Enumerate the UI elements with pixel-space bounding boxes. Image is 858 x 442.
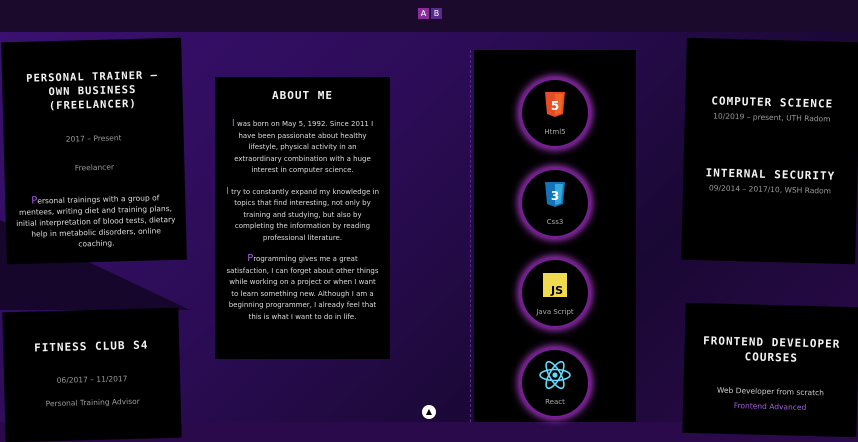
education-detail: 10/2019 – present, UTH Radom	[713, 111, 831, 124]
scroll-up-button[interactable]: ▲	[422, 405, 436, 419]
experience-description: Personal trainings with a group of mente…	[16, 193, 176, 249]
language-switcher: A B	[418, 8, 442, 19]
experience-description-text: ersonal trainings with a group of mentee…	[16, 193, 176, 249]
language-button-b[interactable]: B	[431, 8, 442, 19]
skills-column: 5 Html5 3 Css3 JS Java Script React	[474, 50, 636, 422]
svg-text:3: 3	[551, 189, 559, 203]
language-button-a[interactable]: A	[418, 8, 429, 19]
html5-icon: 5	[545, 92, 565, 117]
chevron-up-icon: ▲	[425, 407, 433, 416]
svg-text:JS: JS	[550, 284, 563, 297]
education-title: COMPUTER SCIENCE	[711, 94, 834, 111]
react-icon	[539, 360, 571, 390]
courses-detail: Web Developer from scratch	[716, 385, 825, 398]
javascript-icon: JS	[543, 273, 567, 297]
experience-card-personal-trainer: PERSONAL TRAINER – OWN BUSINESS (FREELAN…	[1, 37, 187, 265]
about-paragraph-1: I was born on May 5, 1992. Since 2011 I …	[231, 118, 374, 174]
experience-title: PERSONAL TRAINER – OWN BUSINESS (FREELAN…	[26, 69, 159, 113]
skill-html5: 5 Html5	[520, 78, 590, 148]
education-card: COMPUTER SCIENCE 10/2019 – present, UTH …	[681, 37, 858, 265]
experience-period: 2017 – Present	[65, 133, 122, 144]
skill-label: React	[545, 398, 565, 406]
courses-card: FRONTEND DEVELOPER COURSES Web Developer…	[682, 302, 858, 438]
about-paragraph-2: I try to constantly expand my knowledge …	[225, 185, 380, 242]
about-paragraph-3: Programming gives me a great satisfactio…	[226, 253, 379, 321]
skill-css3: 3 Css3	[520, 168, 590, 238]
experience-role: Freelancer	[74, 162, 115, 173]
experience-period: 06/2017 – 11/2017	[56, 374, 128, 385]
skill-label: Html5	[544, 128, 566, 136]
education-detail: 09/2014 – 2017/10, WSH Radom	[708, 183, 832, 196]
experience-role: Personal Training Advisor	[45, 396, 140, 409]
courses-title: FRONTEND DEVELOPER COURSES	[702, 334, 841, 365]
about-title: ABOUT ME	[272, 89, 333, 102]
experience-title: FITNESS CLUB S4	[33, 338, 149, 355]
about-me-card: ABOUT ME I was born on May 5, 1992. Sinc…	[215, 77, 390, 359]
skill-label: Java Script	[536, 308, 574, 316]
skill-label: Css3	[546, 218, 564, 226]
skill-react: React	[520, 348, 590, 418]
education-title: INTERNAL SECURITY	[705, 166, 836, 183]
section-divider	[470, 50, 472, 422]
svg-text:5: 5	[551, 99, 559, 113]
courses-more: Frontend Advanced	[733, 401, 807, 412]
skill-javascript: JS Java Script	[520, 258, 590, 328]
css3-icon: 3	[545, 182, 565, 207]
